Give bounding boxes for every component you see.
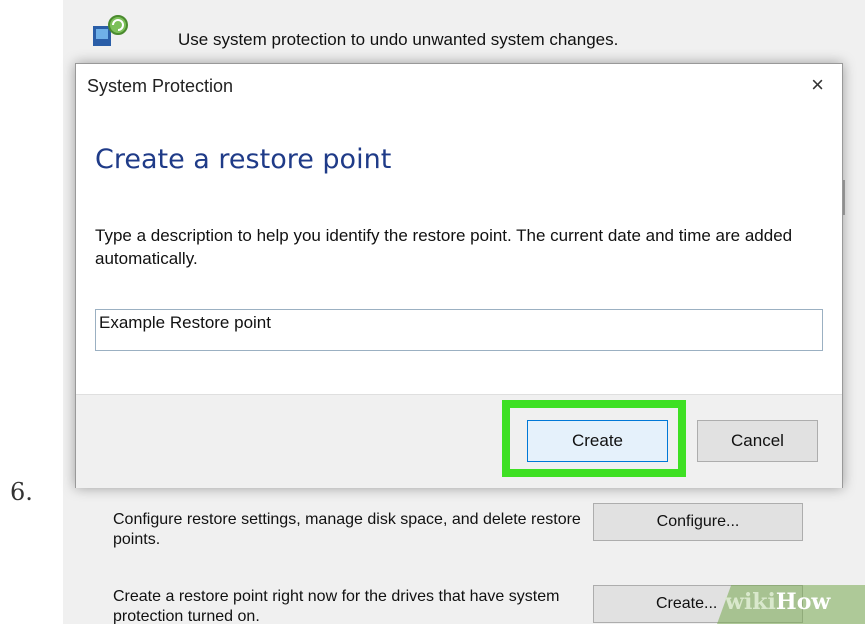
create-description: Create a restore point right now for the… bbox=[113, 588, 560, 624]
configure-button[interactable]: Configure... bbox=[593, 503, 803, 541]
close-icon[interactable]: × bbox=[811, 72, 824, 98]
step-number: 6. bbox=[10, 478, 33, 506]
dialog-heading: Create a restore point bbox=[95, 144, 392, 175]
system-protection-dialog: System Protection × Create a restore poi… bbox=[75, 63, 843, 488]
dialog-title: System Protection bbox=[87, 76, 234, 96]
dialog-description: Type a description to help you identify … bbox=[95, 226, 793, 268]
cancel-button[interactable]: Cancel bbox=[697, 420, 818, 462]
configure-description: Configure restore settings, manage disk … bbox=[113, 511, 581, 548]
watermark-wiki: wiki bbox=[725, 589, 776, 615]
create-button[interactable]: Create bbox=[527, 420, 668, 462]
watermark-how: How bbox=[775, 589, 831, 615]
wikihow-watermark: wikiHow bbox=[725, 589, 830, 615]
system-protection-intro: Use system protection to undo unwanted s… bbox=[178, 30, 619, 49]
system-protection-icon bbox=[93, 15, 128, 46]
restore-point-description-input[interactable]: Example Restore point bbox=[95, 309, 823, 351]
